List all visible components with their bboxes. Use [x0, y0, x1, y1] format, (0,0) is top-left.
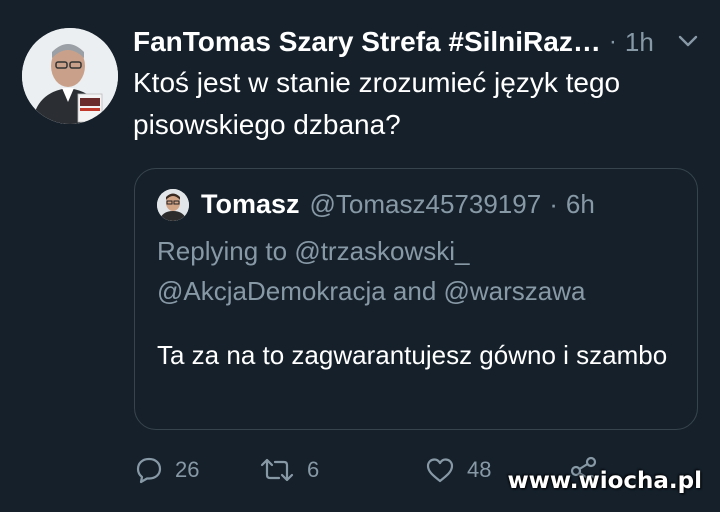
tweet-header: FanTomas Szary Strefa #SilniRaz… · 1h	[133, 22, 713, 62]
author-name[interactable]: FanTomas Szary Strefa #SilniRaz…	[133, 26, 601, 58]
heart-icon	[426, 458, 454, 483]
mention-warszawa[interactable]: @warszawa	[444, 276, 586, 306]
author-avatar[interactable]	[22, 28, 118, 124]
mention-akcjademokracja[interactable]: @AkcjaDemokracja	[157, 276, 386, 306]
watermark: www.wiocha.pl	[507, 468, 702, 494]
reply-icon	[136, 457, 162, 484]
quoted-author-name[interactable]: Tomasz	[201, 189, 300, 220]
chevron-down-icon[interactable]	[678, 34, 698, 53]
quoted-time[interactable]: 6h	[566, 189, 595, 220]
retweet-button[interactable]: 6	[259, 456, 319, 484]
replying-to: Replying to @trzaskowski_ @AkcjaDemokracj…	[157, 231, 687, 311]
reply-button[interactable]: 26	[135, 456, 199, 484]
reply-count: 26	[175, 457, 200, 482]
retweet-icon	[260, 458, 294, 482]
quoted-author-handle[interactable]: @Tomasz45739197	[310, 189, 542, 220]
profile-photo-icon	[22, 28, 118, 124]
quoted-tweet[interactable]: Tomasz @Tomasz45739197 · 6h Replying to …	[134, 168, 698, 430]
header-separator: ·	[608, 28, 617, 55]
like-count: 48	[467, 457, 492, 482]
replying-prefix: Replying to	[157, 236, 295, 266]
retweet-count: 6	[307, 457, 320, 482]
quoted-header: Tomasz @Tomasz45739197 · 6h	[201, 183, 595, 225]
replying-and: and	[385, 276, 444, 306]
quoted-author-avatar[interactable]	[157, 189, 189, 221]
like-button[interactable]: 48	[425, 456, 491, 484]
profile-photo-icon	[157, 189, 189, 221]
tweet-time[interactable]: 1h	[625, 27, 654, 58]
mention-trzaskowski[interactable]: @trzaskowski_	[294, 236, 469, 266]
quoted-text: Ta za na to zagwarantujesz gówno i szamb…	[157, 340, 668, 370]
tweet-text: Ktoś jest w stanie zrozumieć język tego …	[133, 67, 621, 140]
quoted-separator: ·	[549, 188, 558, 219]
